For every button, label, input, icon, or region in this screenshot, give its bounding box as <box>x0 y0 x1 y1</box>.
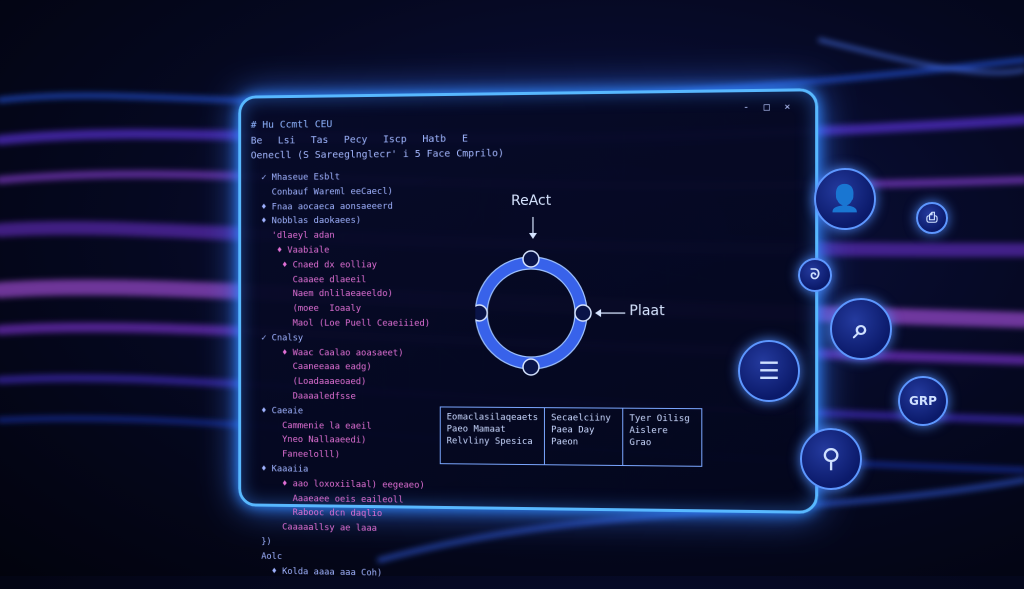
plaat-label: Plaat <box>629 303 664 319</box>
table-column: Eomaclasilaqeaets Paeo Mamaat Relvliny S… <box>441 407 545 464</box>
ring-inner <box>487 269 575 357</box>
search-icon[interactable]: ⌕ <box>830 298 892 360</box>
menu-bar: Be Lsi Tas Pecy Iscp Hatb E <box>251 134 468 147</box>
chat-icon[interactable]: ᘐ <box>798 258 832 292</box>
menu-item[interactable]: E <box>462 134 468 145</box>
code-line: Caaaee dlaeeil <box>251 273 446 288</box>
cycle-diagram <box>475 184 716 386</box>
menu-item[interactable]: Be <box>251 136 263 147</box>
ring-outer <box>475 257 587 369</box>
window-controls: - □ × <box>743 102 790 114</box>
close-button[interactable]: × <box>784 102 790 113</box>
node-top <box>523 251 539 267</box>
code-line: Naem dnlilaeaeeldo) <box>251 287 446 302</box>
code-line: ♦ Vaabiale <box>251 243 446 258</box>
code-window: # Hu Ccmtl CEU - □ × Be Lsi Tas Pecy Isc… <box>238 88 818 514</box>
document-icon[interactable]: ⎙ <box>916 202 948 234</box>
node-left <box>475 305 487 321</box>
menu-item[interactable]: Hatb <box>422 134 446 145</box>
maximize-button[interactable]: □ <box>764 102 770 113</box>
menu-item[interactable]: Lsi <box>278 135 295 146</box>
info-table: Eomaclasilaqeaets Paeo Mamaat Relvliny S… <box>440 406 703 466</box>
ring <box>481 263 581 363</box>
magnifier-icon[interactable]: ⚲ <box>800 428 862 490</box>
code-line: ♦ Kolda aaaa aaa Coh) <box>251 564 446 582</box>
arrow-head <box>595 309 601 317</box>
code-line: ♦ Waac Caalao aoasaeet) <box>251 346 446 361</box>
code-line: ♦ Caeaie <box>251 404 446 420</box>
code-line: ♦ Nobblas daokaees) <box>251 214 446 230</box>
code-line: ✓ Cnalsy <box>251 331 446 346</box>
title-bar: # Hu Ccmtl CEU - □ × <box>251 114 774 136</box>
node-right <box>575 305 591 321</box>
code-line: Caaneeaaa eadg) <box>251 360 446 375</box>
user-icon[interactable]: 👤 <box>814 168 876 230</box>
menu-item[interactable]: Iscp <box>383 134 407 145</box>
arrow-head <box>529 233 537 239</box>
code-line: Cammenie la eaeil <box>251 419 446 435</box>
code-line: (moee Ioaaly <box>251 302 446 317</box>
code-line: Daaaaledfsse <box>251 389 446 405</box>
code-editor[interactable]: ✓ Mhaseue Esblt Conbauf Wareml eeCaecl) … <box>251 170 446 582</box>
code-line: 'dlaeyl adan <box>251 229 446 244</box>
code-line: ✓ Mhaseue Esblt <box>251 170 446 186</box>
table-column: Tyer Oilisg Aislere Grao <box>623 409 701 466</box>
code-line: Conbauf Wareml eeCaecl) <box>251 184 446 200</box>
code-line: ♦ Fnaa aocaeca aonsaeeerd <box>251 199 446 215</box>
table-column: Secaelciiny Paea Day Paeon <box>545 408 623 465</box>
menu-item[interactable]: Tas <box>311 135 329 146</box>
code-line: (Loadaaaeoaed) <box>251 375 446 391</box>
minimize-button[interactable]: - <box>743 102 749 113</box>
editor-subtitle: Oenecll (S Sareeglnglecr' i 5 Face Cmpri… <box>251 148 504 161</box>
code-line: Maol (Loe Puell Ceaeiiied) <box>251 317 446 332</box>
window-title: # Hu Ccmtl CEU <box>251 119 333 131</box>
grp-badge[interactable]: GRP <box>898 376 948 426</box>
clipboard-icon[interactable]: ☰ <box>738 340 800 402</box>
code-line: ♦ Cnaed dx eolliay <box>251 258 446 273</box>
menu-item[interactable]: Pecy <box>344 135 368 146</box>
node-bottom <box>523 359 539 375</box>
architecture-diagram: ReAct Plaat <box>475 184 716 386</box>
code-line: Caaaaallsy ae laaa <box>251 520 446 537</box>
